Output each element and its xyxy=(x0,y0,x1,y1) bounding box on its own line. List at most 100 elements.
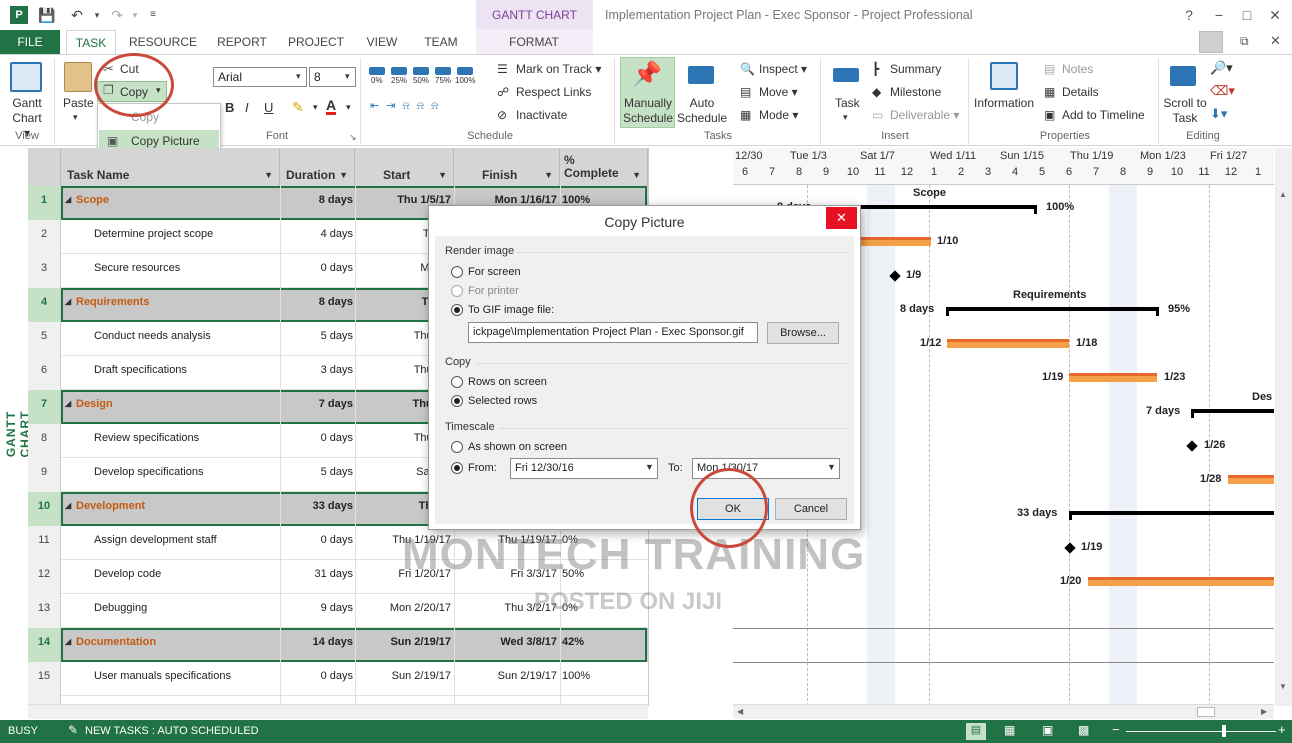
filter-dropdown-icon[interactable]: ▼ xyxy=(339,170,348,180)
milestone-icon[interactable] xyxy=(1064,542,1076,554)
collapse-triangle-icon[interactable]: ◢ xyxy=(65,492,75,526)
task-bar[interactable] xyxy=(1228,475,1274,484)
duration-cell[interactable]: 8 days xyxy=(280,288,353,322)
redo-icon[interactable]: ↷ xyxy=(108,6,126,24)
inactivate-button[interactable]: Inactivate xyxy=(516,108,567,122)
browse-button[interactable]: Browse... xyxy=(767,322,839,344)
font-color-icon[interactable]: A xyxy=(326,98,337,115)
close-document-icon[interactable]: ✕ xyxy=(1270,33,1281,49)
zoom-out-icon[interactable]: − xyxy=(1112,722,1120,737)
filter-dropdown-icon[interactable]: ▼ xyxy=(544,170,553,180)
duration-cell[interactable]: 0 days xyxy=(280,526,353,560)
duration-cell[interactable]: 14 days xyxy=(280,628,353,662)
respect-links-button[interactable]: Respect Links xyxy=(516,85,591,99)
duration-cell[interactable]: 5 days xyxy=(280,458,353,492)
gantt-view-shortcut-icon[interactable]: ▤ xyxy=(966,723,986,740)
gantt-chart-icon[interactable] xyxy=(10,62,42,92)
task-name-cell[interactable]: Determine project scope xyxy=(94,220,279,254)
customize-qat-icon[interactable]: ≡ xyxy=(144,6,162,24)
tab-task[interactable]: TASK xyxy=(66,30,116,54)
paste-dropdown-icon[interactable]: ▾ xyxy=(73,112,78,123)
row-id[interactable]: 8 xyxy=(28,424,61,458)
italic-button[interactable]: I xyxy=(245,100,249,115)
paste-icon[interactable] xyxy=(64,62,92,92)
as-shown-label[interactable]: As shown on screen xyxy=(468,441,567,453)
team-planner-shortcut-icon[interactable]: ▣ xyxy=(1042,723,1053,737)
paste-button[interactable]: Paste xyxy=(63,96,94,110)
vertical-scrollbar[interactable]: ▲ ▼ xyxy=(1275,148,1292,706)
summary-button[interactable]: Summary xyxy=(890,62,941,76)
find-icon[interactable]: 🔎▾ xyxy=(1210,60,1233,76)
percent-complete-25-icon[interactable] xyxy=(391,67,407,75)
duration-cell[interactable]: 7 days xyxy=(280,390,353,424)
column-header-duration[interactable]: Duration ▼ xyxy=(280,148,355,186)
information-button[interactable]: Information xyxy=(974,96,1034,110)
task-bar[interactable] xyxy=(1069,373,1157,382)
task-bar[interactable] xyxy=(861,237,931,246)
notes-button[interactable]: Notes xyxy=(1062,62,1093,76)
horizontal-scrollbar[interactable]: ◀ ▶ xyxy=(733,704,1274,719)
summary-bar[interactable] xyxy=(1191,409,1274,413)
from-dropdown-icon[interactable]: ▼ xyxy=(645,462,654,472)
cut-icon[interactable]: ✂ xyxy=(103,61,114,77)
inspect-button[interactable]: Inspect ▾ xyxy=(759,62,807,76)
finish-cell[interactable]: Sun 2/19/17 xyxy=(454,662,557,696)
table-row[interactable]: 14 Documentation 14 days Sun 2/19/17 Wed 3/8… xyxy=(28,628,648,662)
row-id[interactable]: 4 xyxy=(28,288,61,322)
start-cell[interactable]: Mon 2/20/17 xyxy=(355,594,451,628)
background-color-dropdown-icon[interactable]: ▾ xyxy=(313,102,318,113)
maximize-icon[interactable]: □ xyxy=(1238,6,1256,24)
task-usage-shortcut-icon[interactable]: ▦ xyxy=(1004,723,1015,737)
redo-dropdown-icon[interactable]: ▾ xyxy=(126,6,144,24)
user-avatar[interactable] xyxy=(1199,31,1223,53)
scroll-thumb[interactable] xyxy=(1197,707,1215,717)
row-id[interactable]: 3 xyxy=(28,254,61,288)
summary-bar[interactable] xyxy=(1069,511,1274,515)
filter-dropdown-icon[interactable]: ▼ xyxy=(264,170,273,180)
to-date-select[interactable]: Mon 1/30/17 xyxy=(692,458,840,479)
tab-report[interactable]: REPORT xyxy=(210,30,274,54)
insert-task-dropdown-icon[interactable]: ▾ xyxy=(843,112,848,123)
rows-on-screen-radio[interactable] xyxy=(451,376,463,388)
column-header-pct-complete[interactable]: % Complete ▼ xyxy=(560,148,648,186)
zoom-in-icon[interactable]: + xyxy=(1278,722,1286,737)
select-all-corner[interactable] xyxy=(28,148,61,186)
selected-rows-label[interactable]: Selected rows xyxy=(468,395,537,407)
summary-start-cap[interactable] xyxy=(946,307,949,316)
task-name-cell[interactable]: Debugging xyxy=(94,594,279,628)
summary-bar[interactable] xyxy=(946,307,1158,311)
row-id[interactable]: 2 xyxy=(28,220,61,254)
percent-complete-75-icon[interactable] xyxy=(435,67,451,75)
selected-rows-radio[interactable] xyxy=(451,395,463,407)
mode-button[interactable]: Mode ▾ xyxy=(759,108,798,122)
column-header-start[interactable]: Start ▼ xyxy=(355,148,454,186)
duration-cell[interactable]: 31 days xyxy=(280,560,353,594)
copy-dropdown-icon[interactable]: ▾ xyxy=(156,85,161,96)
tab-file[interactable]: FILE xyxy=(0,30,60,54)
details-button[interactable]: Details xyxy=(1062,85,1099,99)
scroll-to-task-button[interactable]: Scroll to Task xyxy=(1162,96,1208,126)
summary-start-cap[interactable] xyxy=(1191,409,1194,418)
zoom-slider[interactable] xyxy=(1126,731,1276,732)
zoom-slider-thumb[interactable] xyxy=(1222,725,1226,737)
duration-cell[interactable]: 4 days xyxy=(280,220,353,254)
to-gif-radio[interactable] xyxy=(451,304,463,316)
indent-icons[interactable]: ⇤⇥⍾⍾⍾ xyxy=(370,99,445,113)
fill-icon[interactable]: ⬇▾ xyxy=(1210,106,1227,122)
tab-format[interactable]: FORMAT xyxy=(480,30,588,54)
row-id[interactable]: 9 xyxy=(28,458,61,492)
collapse-triangle-icon[interactable]: ◢ xyxy=(65,186,75,220)
filter-dropdown-icon[interactable]: ▼ xyxy=(632,170,641,180)
deliverable-button[interactable]: Deliverable ▾ xyxy=(890,108,959,122)
scroll-right-icon[interactable]: ▶ xyxy=(1261,707,1267,716)
duration-cell[interactable]: 9 days xyxy=(280,594,353,628)
row-id[interactable]: 7 xyxy=(28,390,61,424)
collapse-triangle-icon[interactable]: ◢ xyxy=(65,288,75,322)
column-header-task-name[interactable]: Task Name ▼ xyxy=(61,148,280,186)
tab-resource[interactable]: RESOURCE xyxy=(126,30,200,54)
cut-button[interactable]: Cut xyxy=(120,62,139,76)
milestone-icon[interactable] xyxy=(1186,440,1198,452)
duration-cell[interactable]: 0 days xyxy=(280,254,353,288)
close-icon[interactable]: ✕ xyxy=(1266,6,1284,24)
help-icon[interactable]: ? xyxy=(1180,6,1198,24)
